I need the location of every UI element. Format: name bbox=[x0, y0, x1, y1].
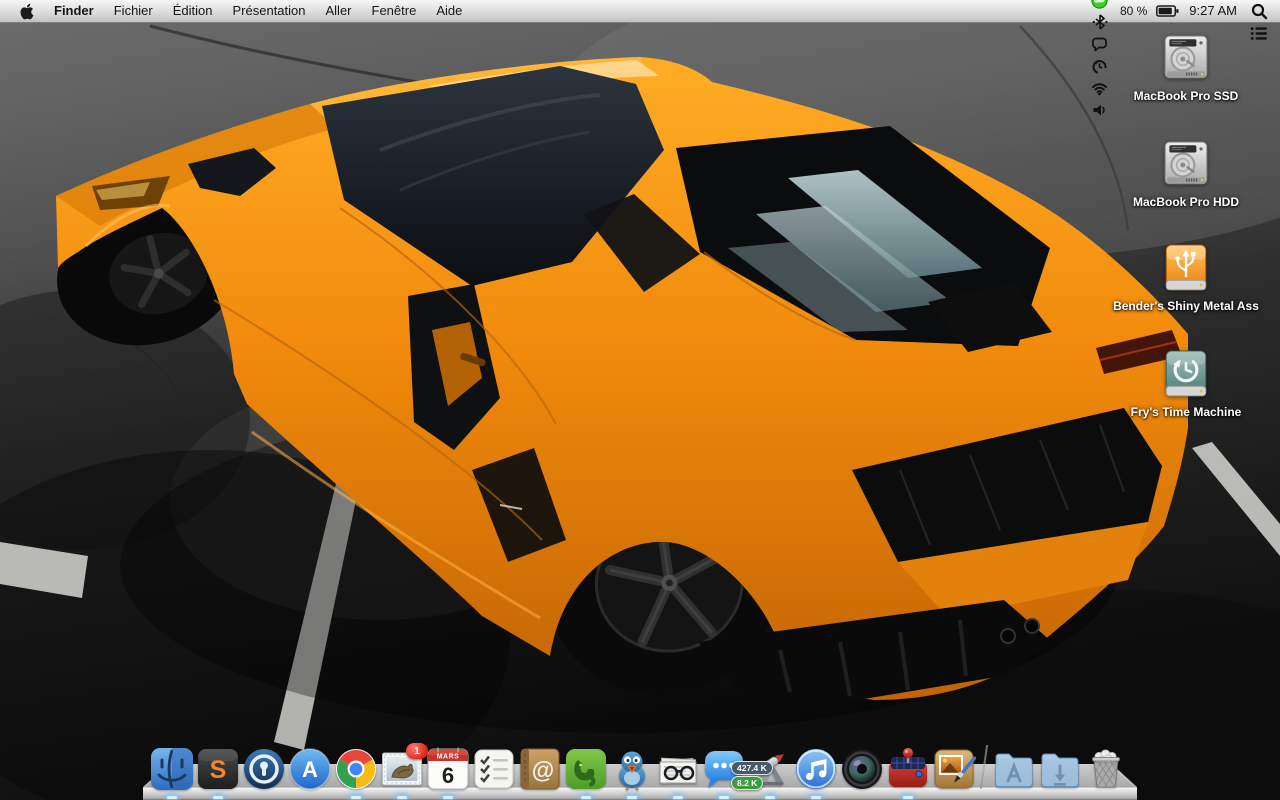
desktop-icon-bender-s-shiny-metal-ass[interactable]: Bender's Shiny Metal Ass bbox=[1101, 242, 1271, 313]
running-indicator bbox=[167, 795, 177, 799]
dock-divider[interactable] bbox=[979, 745, 989, 789]
apple-menu[interactable] bbox=[16, 3, 44, 20]
dock-network-monitor[interactable]: 427.4 K 8.2 K bbox=[731, 747, 792, 799]
dock-finder[interactable] bbox=[150, 747, 194, 799]
time-machine-icon[interactable] bbox=[1087, 55, 1113, 77]
battery-percent[interactable]: 80 % bbox=[1115, 0, 1152, 22]
running-indicator bbox=[443, 795, 453, 799]
bluetooth-icon[interactable] bbox=[1087, 11, 1113, 33]
running-indicator bbox=[811, 795, 821, 799]
dock-evernote[interactable] bbox=[564, 747, 608, 799]
svg-text:A: A bbox=[302, 757, 318, 782]
dock-sublime-text[interactable]: S bbox=[196, 747, 240, 799]
running-indicator bbox=[719, 795, 729, 799]
volume-icon[interactable] bbox=[1087, 99, 1113, 121]
spotlight-icon[interactable] bbox=[1246, 0, 1272, 22]
running-indicator bbox=[397, 795, 407, 799]
dock-1password[interactable] bbox=[242, 747, 286, 791]
menu-fen-tre[interactable]: Fenêtre bbox=[362, 3, 427, 18]
dock-reeder[interactable] bbox=[656, 747, 700, 799]
cloud-sync-icon[interactable] bbox=[1087, 0, 1113, 11]
dock-calendar[interactable]: MARS 6 bbox=[426, 747, 470, 799]
dock-reminders[interactable] bbox=[472, 747, 516, 791]
dock-joystick-app[interactable] bbox=[886, 747, 930, 799]
menu-dition[interactable]: Édition bbox=[163, 3, 223, 18]
desktop-icon-label: Fry's Time Machine bbox=[1130, 405, 1242, 419]
svg-text:S: S bbox=[210, 756, 227, 784]
network-upload-badge: 427.4 K bbox=[731, 761, 773, 775]
chat-bubble-icon[interactable] bbox=[1087, 33, 1113, 55]
desktop-icon-label: MacBook Pro HDD bbox=[1132, 195, 1239, 209]
time-machine-drive-icon bbox=[1159, 348, 1213, 402]
dock-itunes[interactable] bbox=[794, 747, 838, 799]
dock-mail[interactable]: 1 bbox=[380, 743, 428, 799]
dock-app-store[interactable]: A bbox=[288, 747, 332, 791]
internal-drive-icon bbox=[1159, 138, 1213, 192]
network-download-badge: 8.2 K bbox=[731, 776, 764, 790]
menu-bar: Finder Fichier Édition Présentation Aller Fen… bbox=[0, 0, 1280, 116]
menu-aller[interactable]: Aller bbox=[316, 3, 362, 18]
notification-center-icon[interactable] bbox=[1246, 22, 1272, 44]
running-indicator bbox=[765, 795, 775, 799]
usb-drive-orange-icon bbox=[1159, 242, 1213, 296]
wifi-icon[interactable] bbox=[1087, 77, 1113, 99]
desktop-icon-fry-s-time-machine[interactable]: Fry's Time Machine bbox=[1101, 348, 1271, 419]
dock-contacts[interactable]: @ bbox=[518, 747, 562, 791]
running-indicator bbox=[581, 795, 591, 799]
dock-chrome[interactable] bbox=[334, 747, 378, 799]
battery-icon[interactable] bbox=[1154, 0, 1180, 22]
running-indicator bbox=[673, 795, 683, 799]
menu-bar-right: 80 % 9:27 AM bbox=[1087, 0, 1280, 121]
dock-twitterrific[interactable] bbox=[610, 747, 654, 799]
dock-downloads-folder[interactable] bbox=[1038, 747, 1082, 791]
dock-trash-full[interactable] bbox=[1084, 747, 1128, 791]
dock-camera-lens-app[interactable] bbox=[840, 747, 884, 791]
menu-clock[interactable]: 9:27 AM bbox=[1182, 0, 1244, 22]
svg-text:@: @ bbox=[532, 757, 554, 783]
running-indicator bbox=[627, 795, 637, 799]
dock: S A 1 MARS 6 @427.4 K 8.2 K bbox=[143, 736, 1137, 800]
svg-text:MARS: MARS bbox=[437, 754, 460, 761]
menu-bar-left: Finder Fichier Édition Présentation Aller Fen… bbox=[0, 0, 472, 22]
running-indicator bbox=[213, 795, 223, 799]
running-indicator bbox=[351, 795, 361, 799]
apple-logo-icon bbox=[20, 3, 34, 19]
desktop-icon-macbook-pro-hdd[interactable]: MacBook Pro HDD bbox=[1101, 138, 1271, 209]
running-indicator bbox=[903, 795, 913, 799]
badge-count: 1 bbox=[406, 743, 428, 759]
menu-fichier[interactable]: Fichier bbox=[104, 3, 163, 18]
desktop: Finder Fichier Édition Présentation Aller Fen… bbox=[0, 0, 1280, 800]
dock-applications-folder[interactable] bbox=[992, 747, 1036, 791]
desktop-icon-label: Bender's Shiny Metal Ass bbox=[1113, 299, 1259, 313]
menu-pr-sentation[interactable]: Présentation bbox=[223, 3, 316, 18]
dock-photo-editor-app[interactable] bbox=[932, 747, 976, 791]
menu-finder[interactable]: Finder bbox=[44, 3, 104, 18]
menu-aide[interactable]: Aide bbox=[426, 3, 472, 18]
svg-text:6: 6 bbox=[442, 763, 454, 788]
